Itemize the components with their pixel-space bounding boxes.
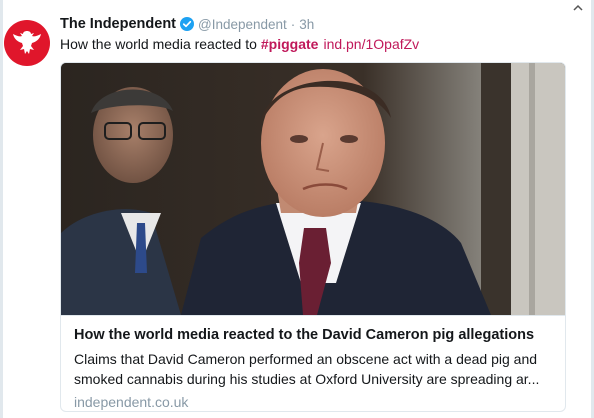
card-title[interactable]: How the world media reacted to the David… — [74, 325, 553, 345]
left-frame-border — [0, 0, 3, 418]
link-preview-card[interactable]: How the world media reacted to the David… — [60, 62, 566, 412]
card-domain[interactable]: independent.co.uk — [74, 393, 553, 411]
author-name[interactable]: The Independent — [60, 16, 176, 32]
tweet-url-link[interactable]: ind.pn/1OpafZv — [323, 36, 419, 52]
hashtag-link[interactable]: #piggate — [261, 36, 319, 52]
verified-badge-icon — [180, 17, 194, 31]
card-body[interactable]: How the world media reacted to the David… — [61, 315, 565, 411]
author-handle[interactable]: @Independent — [198, 17, 287, 32]
card-description: Claims that David Cameron performed an o… — [74, 351, 540, 387]
independent-eagle-logo[interactable] — [4, 20, 50, 66]
chevron-up-icon[interactable] — [572, 2, 584, 14]
tweet-timestamp[interactable]: 3h — [299, 17, 314, 32]
meta-separator: · — [290, 16, 296, 32]
tweet-text: How the world media reacted to #piggate … — [60, 34, 419, 54]
tweet-text-prefix: How the world media reacted to — [60, 36, 257, 52]
tweet-header: The Independent @Independent · 3h — [60, 14, 314, 34]
card-image[interactable] — [61, 63, 565, 315]
